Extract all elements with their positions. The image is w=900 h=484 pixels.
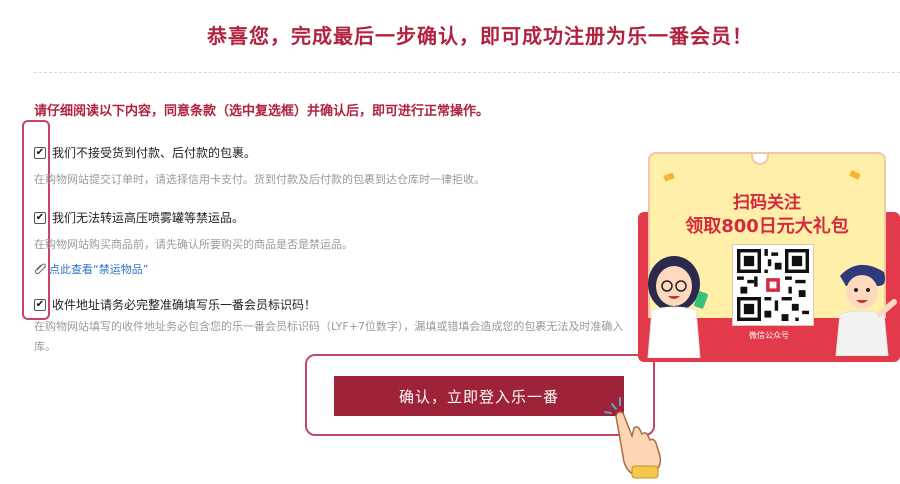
boy-illustration-icon: [835, 264, 897, 356]
pointing-hand-icon: [602, 396, 672, 480]
term-description: 在购物网站填写的收件地址务必包含您的乐一番会员标识码（LYF+7位数字），漏填或…: [34, 320, 624, 353]
term-description: 在购物网站提交订单时，请选择信用卡支付。货到付款及后付款的包裹到达仓库时一律拒收…: [34, 173, 485, 186]
promo-headline: 扫码关注: [733, 193, 801, 213]
term-description: 在购物网站购买商品前，请先确认所要购买的商品是否是禁运品。: [34, 238, 353, 251]
qr-code-icon: [737, 249, 809, 321]
term-label: 我们不接受货到付款、后付款的包裹。: [52, 146, 257, 160]
confirm-login-button[interactable]: 确认，立即登入乐一番: [334, 376, 624, 416]
term-checkbox-cod[interactable]: ✔: [34, 146, 46, 159]
link-target[interactable]: “禁运物品”: [93, 261, 148, 277]
agreement-notice: 请仔细阅读以下内容，同意条款（选中复选框）并确认后，即可进行正常操作。: [34, 104, 490, 119]
confetti-icon: [663, 154, 861, 182]
link-text[interactable]: 点此查看: [49, 261, 93, 277]
divider: [34, 72, 900, 73]
page-title: 恭喜您，完成最后一步确认，即可成功注册为乐一番会员！: [207, 24, 753, 48]
term-checkbox-prohibited[interactable]: ✔: [34, 211, 46, 224]
term-item-address: ✔ 收件地址请务必完整准确填写乐一番会员标识码！ 在购物网站填写的收件地址务必包…: [34, 296, 624, 357]
term-checkbox-address[interactable]: ✔: [34, 298, 46, 311]
prohibited-items-link[interactable]: 点此查看 “禁运物品”: [34, 261, 353, 277]
term-item-cod: ✔ 我们不接受货到付款、后付款的包裹。 在购物网站提交订单时，请选择信用卡支付。…: [34, 144, 485, 190]
girl-illustration-icon: [647, 256, 708, 358]
qr-code: [732, 244, 814, 326]
term-label: 收件地址请务必完整准确填写乐一番会员标识码！: [52, 298, 317, 312]
wechat-promo-card: 扫码关注 领取800日元大礼包 微信公众号: [638, 152, 900, 362]
paperclip-icon: [34, 262, 46, 277]
promo-subheadline: 领取800日元大礼包: [685, 216, 849, 237]
term-label: 我们无法转运高压喷雾罐等禁运品。: [52, 211, 245, 225]
term-item-prohibited: ✔ 我们无法转运高压喷雾罐等禁运品。 在购物网站购买商品前，请先确认所要购买的商…: [34, 209, 353, 277]
